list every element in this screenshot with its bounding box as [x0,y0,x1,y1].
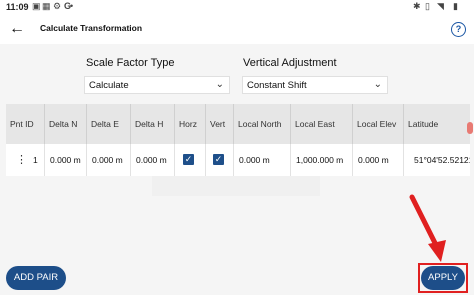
add-pair-button[interactable]: ADD PAIR [6,266,66,290]
annotation-arrow [409,194,446,262]
arrow-head [428,240,446,262]
arrow-shaft [409,194,440,250]
apply-button[interactable]: APPLY [421,266,465,290]
